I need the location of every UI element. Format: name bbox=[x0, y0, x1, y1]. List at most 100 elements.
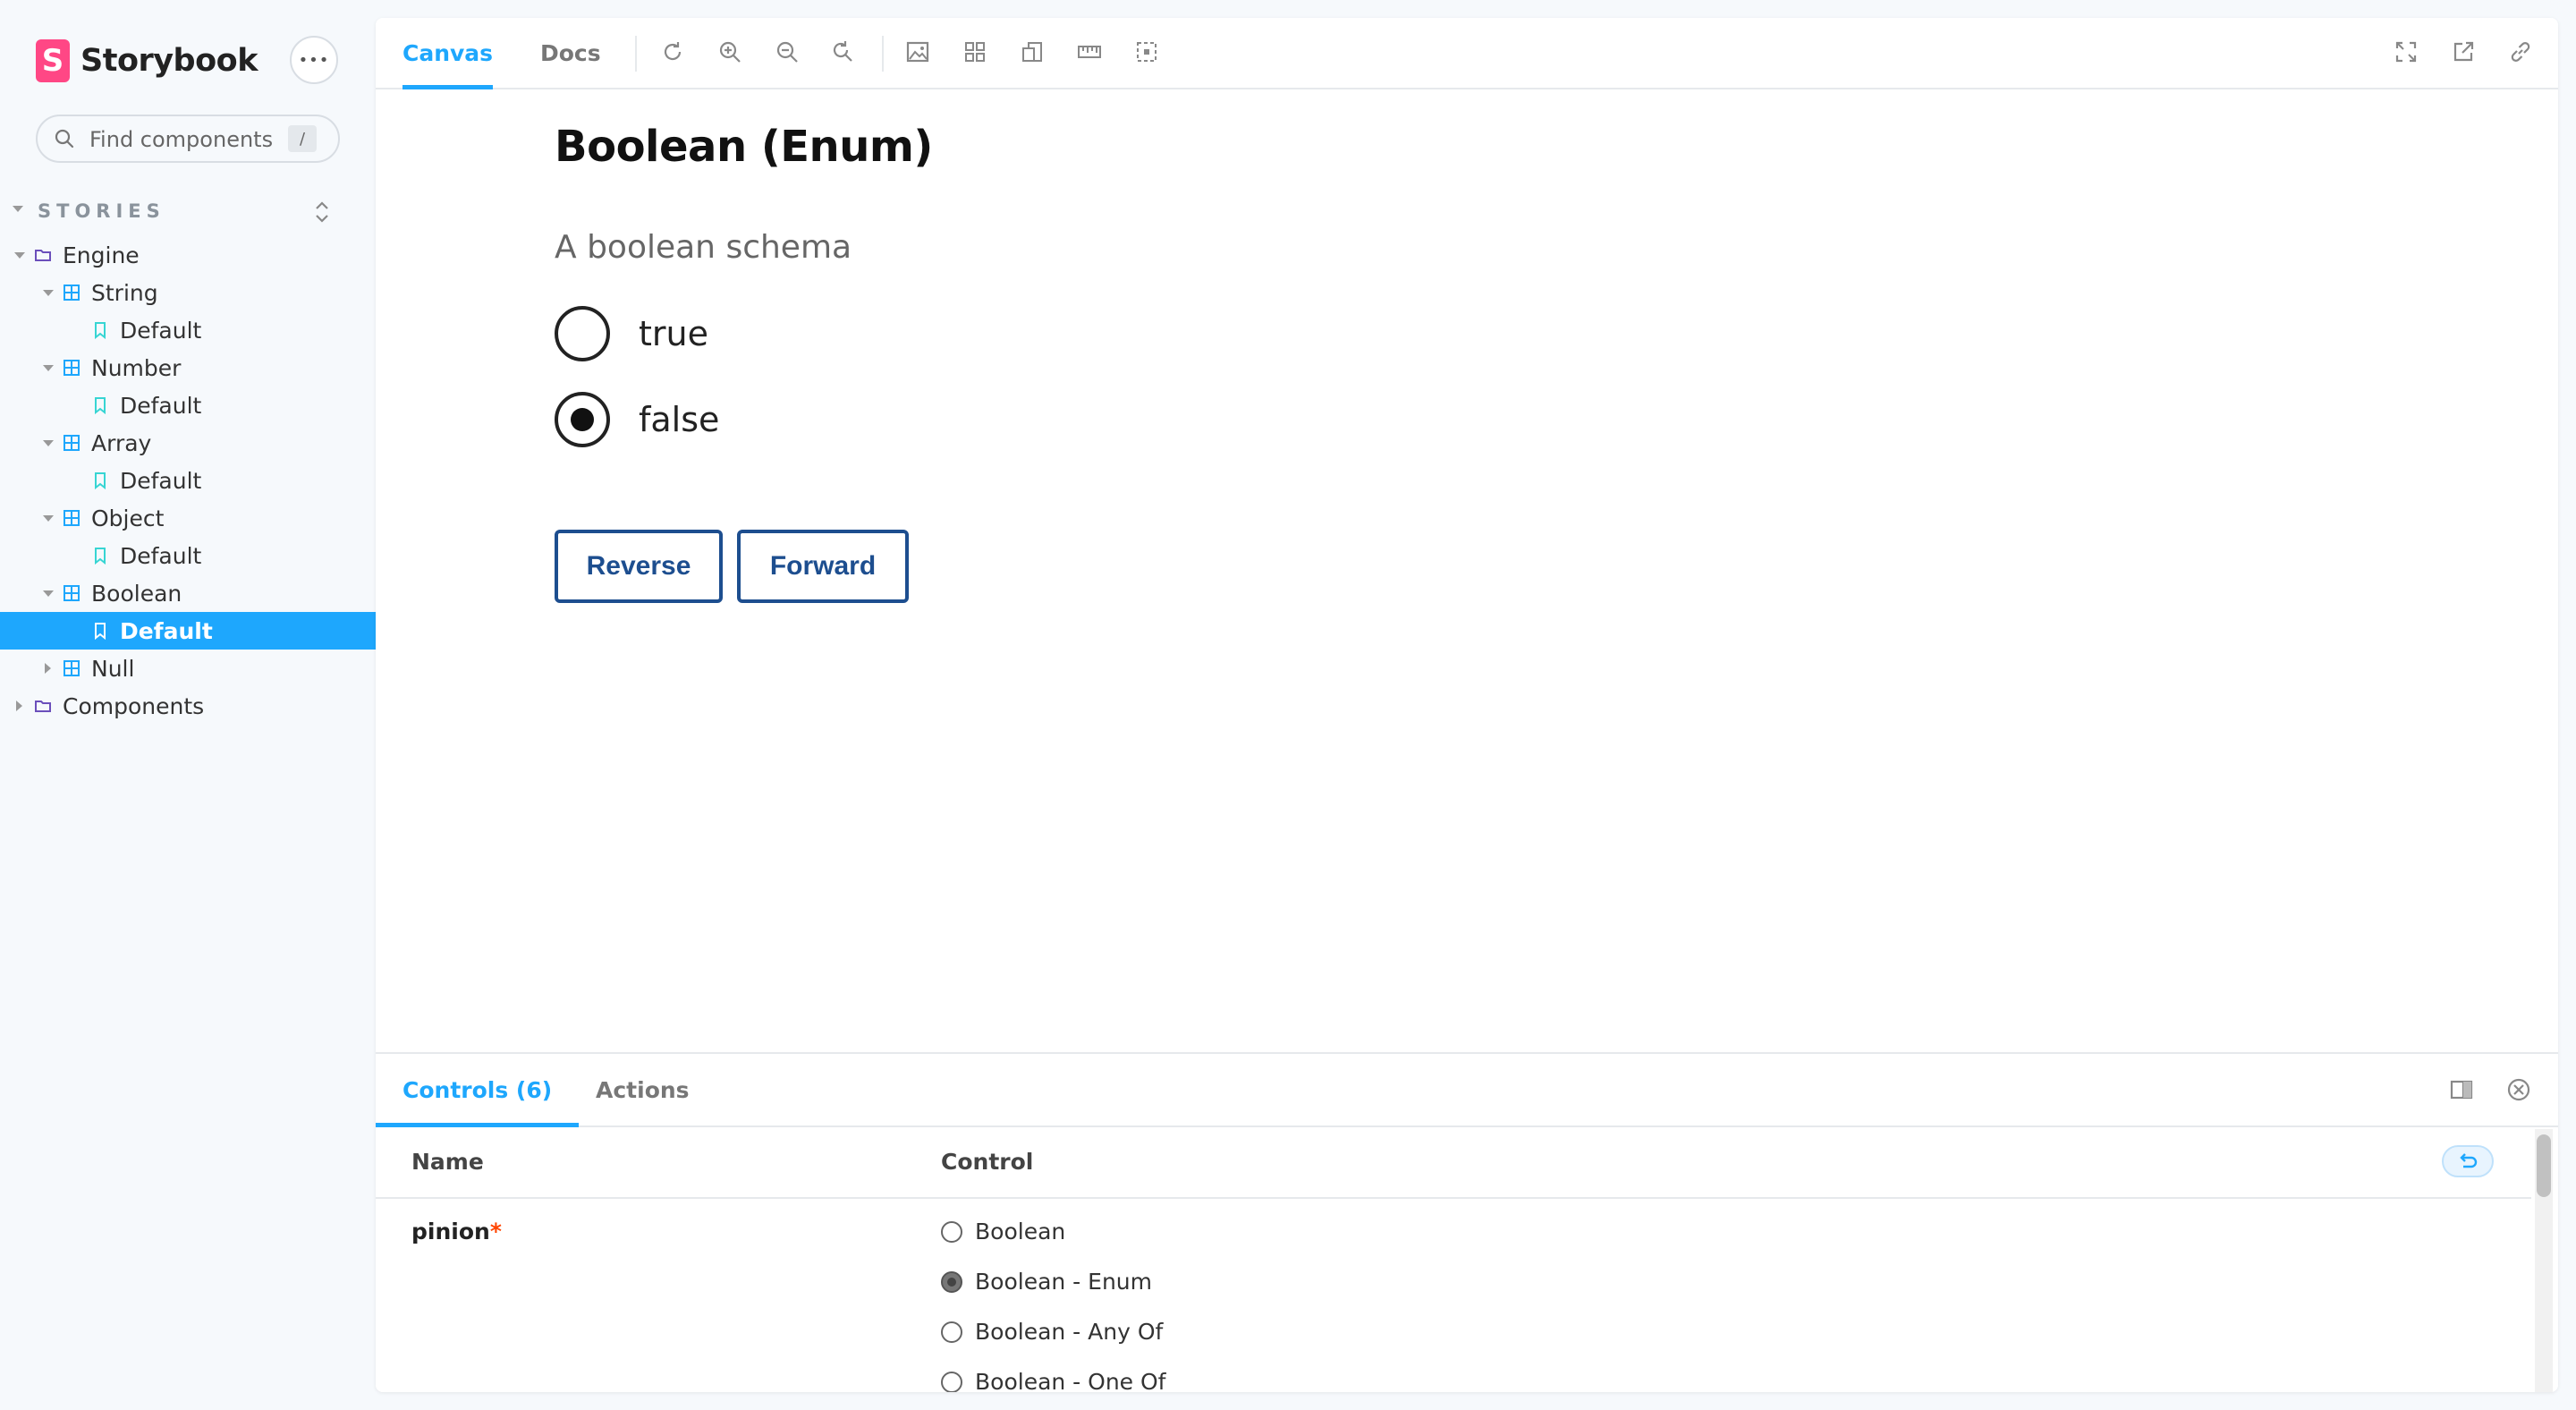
tree-item-label: Number bbox=[91, 354, 182, 381]
tree-folder-components[interactable]: Components bbox=[0, 687, 376, 725]
grid-icon[interactable] bbox=[962, 39, 987, 64]
radio-button[interactable] bbox=[941, 1321, 962, 1343]
bookmark-icon bbox=[95, 397, 106, 414]
measure-icon[interactable] bbox=[1077, 39, 1102, 64]
brand[interactable]: S Storybook bbox=[36, 39, 258, 82]
caret-right-icon bbox=[16, 701, 22, 711]
component-icon bbox=[64, 585, 80, 601]
component-icon bbox=[64, 435, 80, 451]
tree-item-label: Null bbox=[91, 655, 135, 682]
tree-story-boolean-default[interactable]: Default bbox=[0, 612, 376, 650]
open-new-tab-icon[interactable] bbox=[2451, 39, 2476, 64]
tree-item-label: Default bbox=[120, 467, 202, 494]
expand-collapse-icon[interactable] bbox=[313, 200, 331, 224]
tree-story-array-default[interactable]: Default bbox=[0, 462, 376, 499]
toolbar-divider bbox=[882, 36, 884, 72]
zoom-in-icon[interactable] bbox=[717, 39, 742, 64]
zoom-out-icon[interactable] bbox=[775, 39, 800, 64]
component-icon bbox=[64, 660, 80, 676]
viewport-icon[interactable] bbox=[1020, 39, 1045, 64]
more-options-button[interactable]: ••• bbox=[290, 36, 338, 84]
component-icon bbox=[64, 360, 80, 376]
story-canvas: Boolean (Enum) A boolean schema true fal… bbox=[376, 89, 2558, 1052]
tree-item-label: Object bbox=[91, 505, 165, 531]
reverse-button[interactable]: Reverse bbox=[555, 530, 723, 603]
tree-item-label: Engine bbox=[63, 242, 140, 268]
tab-docs[interactable]: Docs bbox=[540, 18, 601, 88]
story-title: Boolean (Enum) bbox=[555, 122, 933, 172]
panel-orientation-icon[interactable] bbox=[2449, 1077, 2474, 1102]
toolbar: Canvas Docs bbox=[376, 18, 2558, 89]
story-tree: Engine String Default Number Default Arr… bbox=[0, 236, 376, 725]
reset-controls-button[interactable] bbox=[2442, 1145, 2494, 1177]
radio-button-checked[interactable] bbox=[555, 392, 610, 447]
close-panel-icon[interactable] bbox=[2506, 1077, 2531, 1102]
bookmark-icon bbox=[95, 322, 106, 339]
stories-section-header[interactable]: STORIES bbox=[13, 200, 335, 224]
tree-item-label: Default bbox=[120, 317, 202, 344]
radio-option-true[interactable]: true bbox=[555, 304, 708, 363]
option-label: Boolean bbox=[975, 1219, 1066, 1244]
control-option-boolean[interactable]: Boolean bbox=[941, 1219, 1065, 1244]
reload-icon[interactable] bbox=[660, 39, 685, 64]
tree-item-label: Default bbox=[120, 392, 202, 419]
radio-button[interactable] bbox=[555, 306, 610, 361]
tree-folder-engine[interactable]: Engine bbox=[0, 236, 376, 274]
tree-story-number-default[interactable]: Default bbox=[0, 386, 376, 424]
fullscreen-icon[interactable] bbox=[2394, 39, 2419, 64]
search-input[interactable] bbox=[88, 125, 306, 154]
zoom-reset-icon[interactable] bbox=[830, 39, 855, 64]
tree-component-null[interactable]: Null bbox=[0, 650, 376, 687]
controls-row-pinion: pinion* Boolean Boolean - Enum Boolean -… bbox=[376, 1199, 2531, 1392]
caret-down-icon bbox=[43, 590, 54, 597]
tree-component-boolean[interactable]: Boolean bbox=[0, 574, 376, 612]
component-icon bbox=[64, 510, 80, 526]
controls-table-header: Name Control bbox=[376, 1127, 2531, 1199]
tree-component-array[interactable]: Array bbox=[0, 424, 376, 462]
radio-label: true bbox=[639, 314, 708, 353]
control-option-boolean-any-of[interactable]: Boolean - Any Of bbox=[941, 1319, 1163, 1345]
tab-actions[interactable]: Actions bbox=[596, 1054, 690, 1125]
tab-canvas[interactable]: Canvas bbox=[402, 18, 494, 89]
tree-story-object-default[interactable]: Default bbox=[0, 537, 376, 574]
radio-option-false[interactable]: false bbox=[555, 390, 719, 449]
tree-story-string-default[interactable]: Default bbox=[0, 311, 376, 349]
outline-icon[interactable] bbox=[1134, 39, 1159, 64]
caret-down-icon bbox=[43, 290, 54, 296]
bookmark-icon bbox=[95, 623, 106, 640]
undo-icon bbox=[2460, 1153, 2478, 1168]
story-description: A boolean schema bbox=[555, 229, 852, 266]
tree-component-string[interactable]: String bbox=[0, 274, 376, 311]
bookmark-icon bbox=[95, 548, 106, 565]
radio-button[interactable] bbox=[941, 1220, 962, 1243]
column-header-control: Control bbox=[941, 1149, 1034, 1175]
tree-item-label: Default bbox=[120, 617, 213, 644]
option-label: Boolean - Enum bbox=[975, 1269, 1152, 1295]
option-label: Boolean - One Of bbox=[975, 1369, 1166, 1392]
stories-section-title: STORIES bbox=[38, 200, 165, 222]
search-icon bbox=[55, 129, 74, 149]
control-option-boolean-enum[interactable]: Boolean - Enum bbox=[941, 1269, 1152, 1295]
control-option-boolean-one-of[interactable]: Boolean - One Of bbox=[941, 1369, 1165, 1392]
tree-item-label: Array bbox=[91, 429, 152, 456]
controls-scrollbar[interactable] bbox=[2535, 1129, 2553, 1392]
scrollbar-thumb[interactable] bbox=[2537, 1134, 2551, 1197]
radio-button[interactable] bbox=[941, 1371, 962, 1392]
brand-name: Storybook bbox=[80, 43, 258, 79]
search-box[interactable]: / bbox=[36, 115, 340, 163]
caret-down-icon bbox=[13, 206, 23, 212]
forward-button[interactable]: Forward bbox=[737, 530, 909, 603]
background-icon[interactable] bbox=[905, 39, 930, 64]
copy-link-icon[interactable] bbox=[2508, 39, 2533, 64]
option-label: Boolean - Any Of bbox=[975, 1319, 1164, 1345]
bookmark-icon bbox=[95, 472, 106, 489]
radio-button-checked[interactable] bbox=[941, 1270, 962, 1293]
search-shortcut-key: / bbox=[288, 125, 317, 152]
tree-component-object[interactable]: Object bbox=[0, 499, 376, 537]
addons-panel: Controls (6) Actions Name Control pinion… bbox=[376, 1052, 2558, 1392]
tree-item-label: String bbox=[91, 279, 158, 306]
folder-icon bbox=[35, 701, 51, 712]
tree-component-number[interactable]: Number bbox=[0, 349, 376, 386]
sidebar: S Storybook ••• / STORIES Engine String … bbox=[0, 0, 376, 1410]
tab-controls[interactable]: Controls (6) bbox=[376, 1054, 580, 1127]
